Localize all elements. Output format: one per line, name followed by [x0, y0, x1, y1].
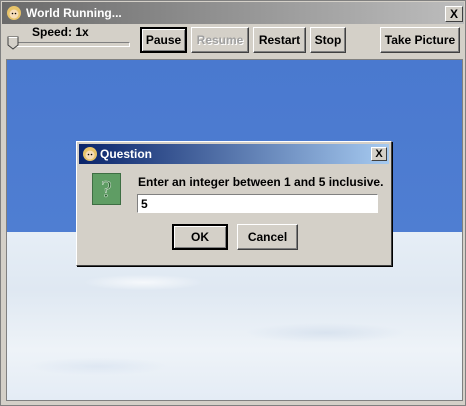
window-close-button[interactable]: X	[445, 6, 463, 22]
restart-button[interactable]: Restart	[253, 27, 306, 53]
dialog-title: Question	[100, 147, 153, 161]
resume-button[interactable]: Resume	[191, 27, 249, 53]
integer-input[interactable]	[137, 194, 378, 213]
question-dialog: Question X ? Enter an integer between 1 …	[76, 141, 392, 266]
alice-app-icon	[7, 6, 21, 20]
pause-button[interactable]: Pause	[140, 27, 187, 53]
window-titlebar[interactable]: World Running... X	[2, 2, 464, 24]
dialog-prompt: Enter an integer between 1 and 5 inclusi…	[138, 175, 384, 189]
speed-label: Speed: 1x	[32, 25, 89, 39]
stop-button[interactable]: Stop	[310, 27, 346, 53]
question-icon: ?	[92, 173, 121, 205]
question-glyph: ?	[101, 177, 112, 203]
dialog-titlebar[interactable]: Question X	[79, 144, 389, 164]
ok-button[interactable]: OK	[172, 224, 228, 250]
alice-app-icon	[83, 147, 97, 161]
toolbar: Speed: 1x Pause Resume Restart Stop Take…	[2, 24, 464, 58]
take-picture-button[interactable]: Take Picture	[380, 27, 460, 53]
cancel-button[interactable]: Cancel	[237, 224, 298, 250]
dialog-close-button[interactable]: X	[371, 147, 387, 161]
speed-slider-track[interactable]	[10, 42, 130, 47]
main-window: World Running... X Speed: 1x Pause Resum…	[0, 0, 466, 406]
window-title: World Running...	[26, 6, 122, 20]
speed-slider-thumb[interactable]	[7, 36, 19, 50]
